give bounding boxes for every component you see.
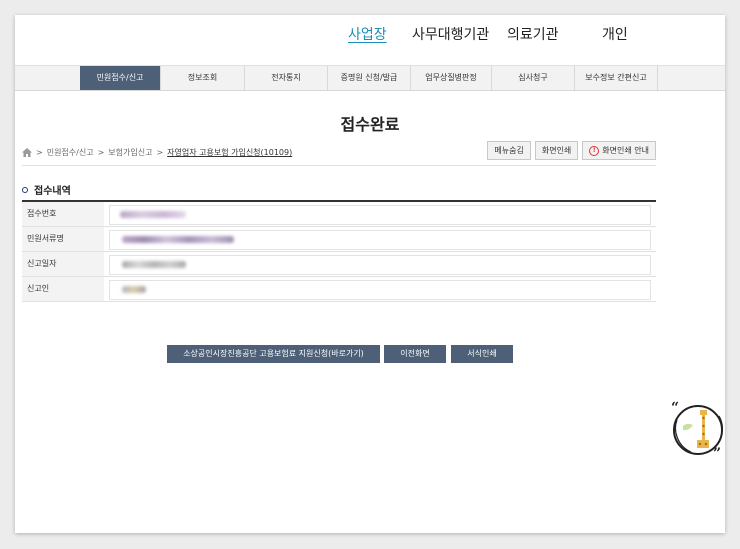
menu-item-civil[interactable]: 민원접수/신고 — [80, 66, 161, 90]
print-screen-button[interactable]: 화면인쇄 — [534, 141, 579, 160]
toolbar: 메뉴숨김 화면인쇄 ! 화면인쇄 안내 — [487, 141, 656, 160]
home-icon[interactable] — [22, 148, 32, 157]
breadcrumb-item-civil[interactable]: 민원접수/신고 — [47, 147, 94, 158]
divider — [22, 165, 656, 166]
top-nav-agency[interactable]: 사무대행기관 — [412, 24, 489, 44]
section-title: 접수내역 — [34, 186, 71, 197]
top-nav-medical[interactable]: 의료기관 — [507, 24, 559, 44]
table-row: 접수번호 — [22, 202, 656, 227]
top-nav: 사업장 사무대행기관 의료기관 개인 — [15, 15, 725, 63]
report-date-value — [109, 255, 651, 275]
print-guide-label: 화면인쇄 안내 — [602, 146, 649, 155]
giraffe-sticker-icon: “ ” — [671, 400, 723, 458]
field-label: 신고일자 — [22, 252, 104, 276]
svg-text:“: “ — [671, 400, 679, 416]
form-print-button[interactable]: 서식인쇄 — [451, 345, 513, 363]
redacted-value — [122, 286, 146, 293]
reporter-value — [109, 280, 651, 300]
print-guide-button[interactable]: ! 화면인쇄 안내 — [582, 141, 656, 160]
breadcrumb-separator: > — [97, 148, 105, 157]
prev-screen-button[interactable]: 이전화면 — [384, 345, 446, 363]
breadcrumb-item-insurance[interactable]: 보험가입신고 — [108, 147, 152, 158]
breadcrumb-current: 자영업자 고용보험 가입신청(10109) — [167, 148, 293, 157]
section-header: 접수내역 — [22, 182, 71, 197]
breadcrumb-separator: > — [36, 148, 43, 157]
menu-item-salary[interactable]: 보수정보 간편신고 — [575, 66, 658, 90]
menu-item-notice[interactable]: 전자통지 — [245, 66, 328, 90]
menu-hide-button[interactable]: 메뉴숨김 — [487, 141, 531, 160]
redacted-value — [122, 261, 186, 268]
receipt-table: 접수번호 민원서류명 신고일자 신고인 — [22, 200, 656, 302]
top-nav-personal[interactable]: 개인 — [602, 24, 628, 44]
redacted-value — [120, 211, 186, 218]
table-row: 신고인 — [22, 277, 656, 302]
breadcrumb: > 민원접수/신고 > 보험가입신고 > 자영업자 고용보험 가입신청(1010… — [22, 147, 292, 158]
menu-item-info[interactable]: 정보조회 — [161, 66, 245, 90]
redacted-value — [122, 236, 234, 243]
bullet-icon — [22, 186, 28, 193]
document-name-value — [109, 230, 651, 250]
top-nav-business[interactable]: 사업장 — [348, 24, 387, 44]
field-label: 민원서류명 — [22, 227, 104, 251]
table-row: 신고일자 — [22, 252, 656, 277]
svg-text:”: ” — [713, 446, 721, 458]
alert-icon: ! — [589, 145, 600, 156]
field-label: 신고인 — [22, 277, 104, 301]
menu-item-certificate[interactable]: 증명원 신청/발급 — [328, 66, 411, 90]
page-title: 접수완료 — [340, 115, 400, 134]
menu-item-disease[interactable]: 업무상질병판정 — [411, 66, 492, 90]
page-card: 사업장 사무대행기관 의료기관 개인 민원접수/신고 정보조회 전자통지 증명원… — [15, 15, 725, 533]
receipt-number-value — [109, 205, 651, 225]
main-menu: 민원접수/신고 정보조회 전자통지 증명원 신청/발급 업무상질병판정 심사청구… — [15, 65, 725, 91]
breadcrumb-separator: > — [156, 148, 164, 157]
field-label: 접수번호 — [22, 202, 104, 226]
table-row: 민원서류명 — [22, 227, 656, 252]
menu-item-review[interactable]: 심사청구 — [492, 66, 575, 90]
support-apply-button[interactable]: 소상공인시장진흥공단 고용보험료 지원신청(바로가기) — [167, 345, 380, 363]
